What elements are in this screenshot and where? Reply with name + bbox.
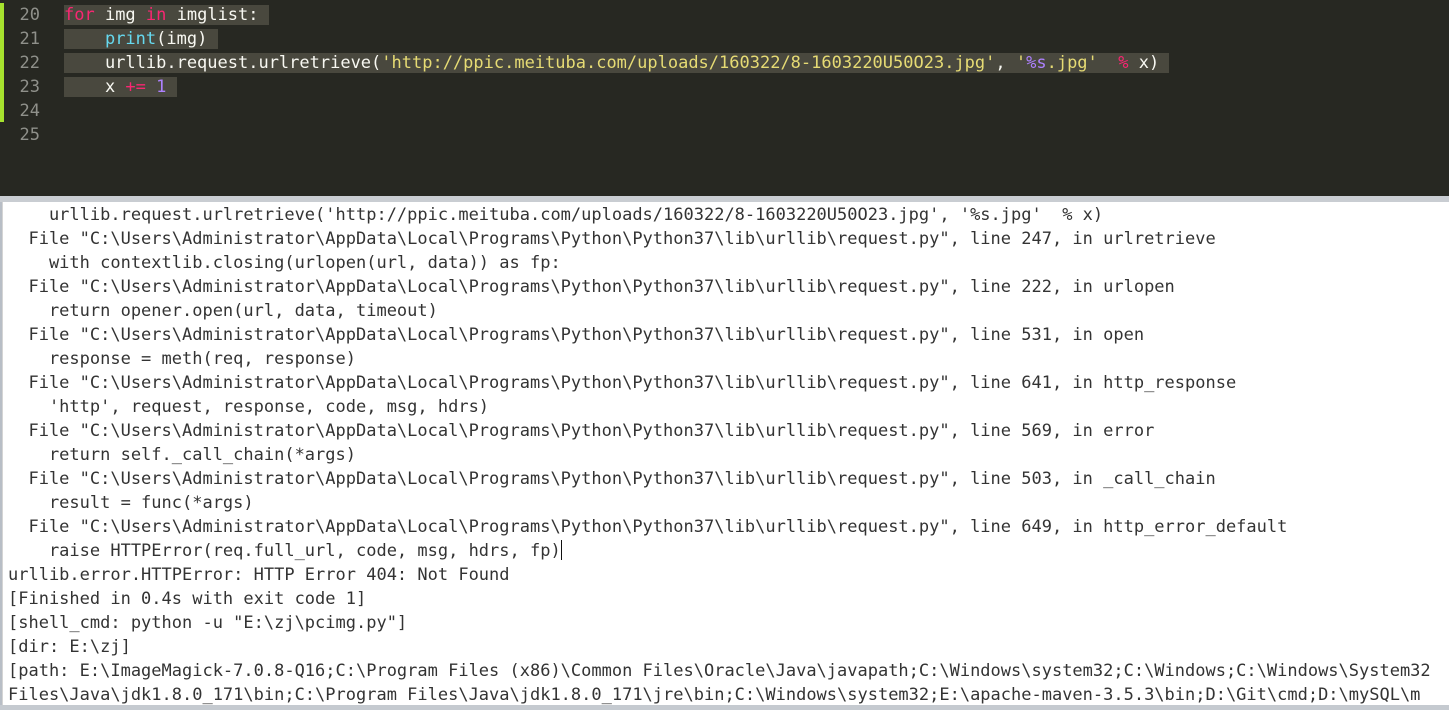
- selection-highlight: urllib.request.urlretrieve('http://ppic.…: [64, 53, 1170, 73]
- output-text: File "C:\Users\Administrator\AppData\Loc…: [8, 229, 1216, 249]
- output-line: File "C:\Users\Administrator\AppData\Loc…: [8, 371, 1236, 395]
- output-text: File "C:\Users\Administrator\AppData\Loc…: [8, 373, 1237, 393]
- output-text: urllib.request.urlretrieve('http://ppic.…: [8, 205, 1104, 225]
- code-token: x): [1128, 53, 1170, 73]
- output-text: File "C:\Users\Administrator\AppData\Loc…: [8, 325, 1145, 345]
- text-cursor: [560, 540, 562, 560]
- code-token: img: [94, 5, 146, 25]
- code-token: %: [1118, 53, 1129, 73]
- output-text: return opener.open(url, data, timeout): [8, 301, 438, 321]
- code-token: (img): [156, 29, 218, 49]
- code-token: x: [64, 77, 126, 97]
- code-token: print: [104, 29, 157, 49]
- code-token: ,: [995, 53, 1016, 73]
- output-text: File "C:\Users\Administrator\AppData\Loc…: [8, 421, 1155, 441]
- output-text: File "C:\Users\Administrator\AppData\Loc…: [8, 469, 1216, 489]
- line-number: 20: [19, 5, 40, 25]
- code-token: +=: [125, 77, 146, 97]
- code-text: print(img): [64, 27, 218, 51]
- output-line: [path: E:\ImageMagick-7.0.8-Q16;C:\Progr…: [8, 659, 1431, 683]
- code-token: ': [1015, 53, 1027, 73]
- output-line: response = meth(req, response): [8, 347, 356, 371]
- output-text: File "C:\Users\Administrator\AppData\Loc…: [8, 517, 1288, 537]
- code-token: for: [64, 5, 95, 25]
- line-number: 23: [19, 77, 40, 97]
- code-token: 'http://ppic.meituba.com/uploads/160322/…: [381, 53, 996, 73]
- output-line: 'http', request, response, code, msg, hd…: [8, 395, 489, 419]
- output-line: with contextlib.closing(urlopen(url, dat…: [8, 251, 561, 275]
- output-text: urllib.error.HTTPError: HTTP Error 404: …: [8, 565, 510, 585]
- output-text: [dir: E:\zj]: [8, 637, 131, 657]
- output-text: 'http', request, response, code, msg, hd…: [8, 397, 490, 417]
- output-text: [path: E:\ImageMagick-7.0.8-Q16;C:\Progr…: [8, 661, 1431, 681]
- code-editor[interactable]: 20 for img in imglist: 21 print(img) 22 u…: [0, 0, 1449, 196]
- output-line: urllib.error.HTTPError: HTTP Error 404: …: [8, 563, 510, 587]
- output-line: result = func(*args): [8, 491, 254, 515]
- code-token: urllib.request.urlretrieve(: [64, 53, 382, 73]
- output-text: [shell_cmd: python -u "E:\zj\pcimg.py"]: [8, 613, 408, 633]
- output-text: response = meth(req, response): [8, 349, 356, 369]
- output-text: raise HTTPError(req.full_url, code, msg,…: [8, 541, 561, 561]
- code-text: for img in imglist:: [64, 3, 269, 27]
- output-line: Files\Java\jdk1.8.0_171\bin;C:\Program F…: [8, 683, 1420, 705]
- output-line: return self._call_chain(*args): [8, 443, 356, 467]
- output-line: File "C:\Users\Administrator\AppData\Loc…: [8, 419, 1154, 443]
- output-text: return self._call_chain(*args): [8, 445, 356, 465]
- line-number: 22: [19, 53, 40, 73]
- output-line: File "C:\Users\Administrator\AppData\Loc…: [8, 275, 1175, 299]
- code-token: in: [145, 5, 167, 25]
- output-text: [Finished in 0.4s with exit code 1]: [8, 589, 367, 609]
- selection-highlight: for img in imglist:: [64, 5, 269, 25]
- output-text: result = func(*args): [8, 493, 254, 513]
- horizontal-scrollbar[interactable]: [0, 705, 1449, 710]
- output-line: File "C:\Users\Administrator\AppData\Loc…: [8, 467, 1216, 491]
- output-line: [Finished in 0.4s with exit code 1]: [8, 587, 366, 611]
- output-text: File "C:\Users\Administrator\AppData\Loc…: [8, 277, 1175, 297]
- selection-highlight: print(img): [64, 29, 218, 49]
- code-text: x += 1: [64, 75, 177, 99]
- build-output-panel[interactable]: urllib.request.urlretrieve('http://ppic.…: [2, 202, 1449, 705]
- selection-highlight: x += 1: [64, 77, 177, 97]
- output-line: File "C:\Users\Administrator\AppData\Loc…: [8, 515, 1287, 539]
- line-number: 25: [19, 125, 40, 145]
- output-line: [shell_cmd: python -u "E:\zj\pcimg.py"]: [8, 611, 407, 635]
- code-token: imglist:: [166, 5, 269, 25]
- output-line: [dir: E:\zj]: [8, 635, 131, 659]
- code-token: 1: [156, 77, 167, 97]
- output-text: Files\Java\jdk1.8.0_171\bin;C:\Program F…: [8, 685, 1421, 705]
- output-line: return opener.open(url, data, timeout): [8, 299, 438, 323]
- line-number: 21: [19, 29, 40, 49]
- output-line: File "C:\Users\Administrator\AppData\Loc…: [8, 227, 1216, 251]
- line-number: 24: [19, 101, 40, 121]
- output-line: urllib.request.urlretrieve('http://ppic.…: [8, 203, 1103, 227]
- output-text: with contextlib.closing(urlopen(url, dat…: [8, 253, 561, 273]
- code-token: .jpg': [1046, 53, 1098, 73]
- modified-lines-marker: [0, 3, 4, 122]
- code-token: %s: [1026, 53, 1047, 73]
- output-line: File "C:\Users\Administrator\AppData\Loc…: [8, 323, 1144, 347]
- output-line: raise HTTPError(req.full_url, code, msg,…: [8, 539, 562, 563]
- code-text: urllib.request.urlretrieve('http://ppic.…: [64, 51, 1170, 75]
